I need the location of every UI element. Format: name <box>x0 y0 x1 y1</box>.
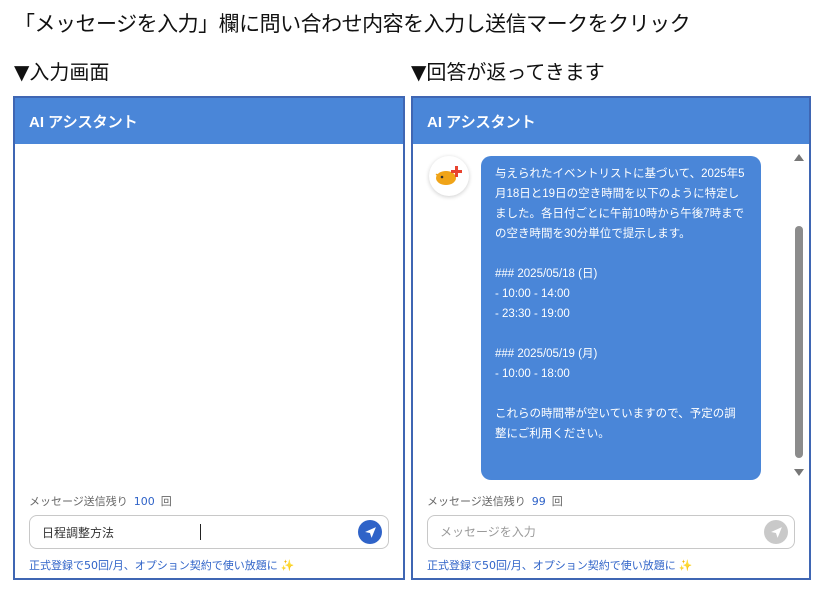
send-button[interactable] <box>358 520 382 544</box>
message-input-box[interactable] <box>427 515 795 549</box>
quota-row: メッセージ送信残り 99 回 <box>427 493 795 509</box>
chat-area <box>15 144 403 487</box>
panel-footer: メッセージ送信残り 99 回 正式登録で50回/月、オプション契約で使い放題に … <box>413 493 809 573</box>
message-input[interactable] <box>440 525 764 539</box>
bot-avatar-icon <box>429 156 469 196</box>
promo-label[interactable]: 正式登録で50回/月、オプション契約で使い放題に <box>427 557 676 573</box>
panel-footer: メッセージ送信残り 100 回 日程調整方法 正式登録で50回/月、オプション契… <box>15 493 403 573</box>
scroll-up-icon[interactable] <box>794 154 804 161</box>
promo-text[interactable]: 正式登録で50回/月、オプション契約で使い放題に ✨ <box>29 557 389 573</box>
promo-label[interactable]: 正式登録で50回/月、オプション契約で使い放題に <box>29 557 278 573</box>
assistant-message-bubble: 与えられたイベントリストに基づいて、2025年5月18日と19日の空き時間を以下… <box>481 156 761 480</box>
chat-scrollbar[interactable] <box>793 154 805 476</box>
message-input-box[interactable]: 日程調整方法 <box>29 515 389 549</box>
quota-label: メッセージ送信残り <box>29 495 128 508</box>
assistant-panel-input: AI アシスタント メッセージ送信残り 100 回 日程調整方法 正式登録で50… <box>13 96 405 580</box>
message-input[interactable]: 日程調整方法 <box>42 524 199 541</box>
promo-text[interactable]: 正式登録で50回/月、オプション契約で使い放題に ✨ <box>427 557 795 573</box>
panel-title: AI アシスタント <box>15 98 403 144</box>
quota-unit: 回 <box>551 495 563 508</box>
quota-unit: 回 <box>160 495 172 508</box>
quota-count: 99 <box>531 494 546 508</box>
quota-row: メッセージ送信残り 100 回 <box>29 493 389 509</box>
text-caret <box>200 524 201 540</box>
paper-plane-icon <box>364 526 376 538</box>
label-response-screen: ▼回答が返ってきます <box>411 60 605 84</box>
send-button[interactable] <box>764 520 788 544</box>
scroll-down-icon[interactable] <box>794 469 804 476</box>
quota-label: メッセージ送信残り <box>427 495 526 508</box>
quota-count: 100 <box>133 494 155 508</box>
sparkle-icon: ✨ <box>280 558 295 572</box>
scroll-thumb[interactable] <box>795 226 803 458</box>
label-input-screen: ▼入力画面 <box>14 60 110 84</box>
chat-area: 与えられたイベントリストに基づいて、2025年5月18日と19日の空き時間を以下… <box>413 144 809 487</box>
headline: 「メッセージを入力」欄に問い合わせ内容を入力し送信マークをクリック <box>14 12 691 36</box>
assistant-panel-response: AI アシスタント 与えられたイベントリストに基づいて、2025年5月18日と1… <box>411 96 811 580</box>
paper-plane-icon <box>770 526 782 538</box>
panel-title: AI アシスタント <box>413 98 809 144</box>
sparkle-icon: ✨ <box>678 558 693 572</box>
